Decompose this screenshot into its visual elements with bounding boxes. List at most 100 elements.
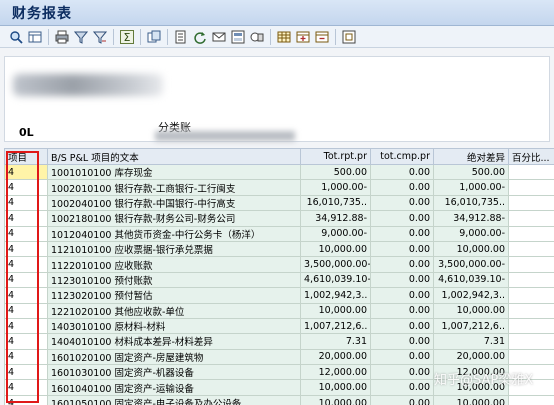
window-icon[interactable] [341,29,357,45]
cell-abs-diff[interactable]: 34,912.88- [433,210,509,227]
cell-percent[interactable] [508,271,554,289]
column-header-text[interactable]: B/S P&L 项目的文本 [47,148,301,165]
table-row[interactable]: 4 1002010100 银行存款-工商银行-工行闽支 1,000.00- 0.00 1… [4,179,554,196]
subtotal-icon[interactable] [146,29,162,45]
cell-tot-cmp[interactable]: 0.00 [370,302,434,319]
cell-abs-diff[interactable]: 20,000.00 [433,348,509,366]
collapse-icon[interactable] [314,29,330,45]
layout-icon[interactable] [27,29,43,45]
sum-icon[interactable]: Σ [119,29,135,45]
cell-percent[interactable] [508,394,554,405]
cell-percent[interactable] [508,210,554,227]
cell-text[interactable]: 1001010100 库存现金 [47,163,301,181]
cell-tot-cmp[interactable]: 0.00 [370,271,434,289]
cell-tot-rpt[interactable]: 9,000.00- [300,225,371,242]
table-row[interactable]: 4 1221020100 其他应收款-单位 10,000.00 0.00 10,000.… [4,302,554,319]
cell-tot-cmp[interactable]: 0.00 [370,240,434,258]
column-header-tot-rpt[interactable]: Tot.rpt.pr [300,148,371,165]
cell-tot-cmp[interactable]: 0.00 [370,210,434,227]
cell-tot-cmp[interactable]: 0.00 [370,225,434,242]
cell-tot-cmp[interactable]: 0.00 [370,317,434,335]
cell-abs-diff[interactable]: 1,002,942,3.. [433,287,509,304]
cell-text[interactable]: 1601050100 固定资产-电子设备及办公设备 [47,394,301,405]
cell-tot-cmp[interactable]: 0.00 [370,194,434,212]
cell-tot-rpt[interactable]: 10,000.00 [300,240,371,258]
table-row[interactable]: 4 1122010100 应收账款 3,500,000.00- 0.00 3,500,0… [4,256,554,273]
cell-tot-rpt[interactable]: 4,610,039.10- [300,271,371,289]
cell-abs-diff[interactable]: 7.31 [433,333,509,350]
cell-abs-diff[interactable]: 10,000.00 [433,240,509,258]
cell-percent[interactable] [508,317,554,335]
cell-text[interactable]: 1123020100 预付暂估 [47,287,301,304]
grid-icon[interactable] [276,29,292,45]
cell-tot-rpt[interactable]: 3,500,000.00- [300,256,371,273]
mail-icon[interactable] [211,29,227,45]
cell-text[interactable]: 1404010100 材料成本差异-材料差异 [47,333,301,350]
column-header-percent[interactable]: 百分比... [508,148,554,165]
table-row[interactable]: 4 1121010100 应收票据-银行承兑票据 10,000.00 0.00 10,0… [4,240,554,258]
cell-percent[interactable] [508,194,554,212]
cell-tot-rpt[interactable]: 16,010,735.. [300,194,371,212]
cell-percent[interactable] [508,240,554,258]
cell-percent[interactable] [508,348,554,366]
cell-tot-rpt[interactable]: 10,000.00 [300,394,371,405]
cell-text[interactable]: 1121010100 应收票据-银行承兑票据 [47,240,301,258]
cell-tot-cmp[interactable]: 0.00 [370,379,434,396]
expand-icon[interactable] [295,29,311,45]
cell-text[interactable]: 1123010100 预付账款 [47,271,301,289]
cell-tot-rpt[interactable]: 20,000.00 [300,348,371,366]
cell-text[interactable]: 1221020100 其他应收款-单位 [47,302,301,319]
zoom-icon[interactable] [8,29,24,45]
cell-tot-rpt[interactable]: 500.00 [300,163,371,181]
column-header-abs-diff[interactable]: 绝对差异 [433,148,509,165]
table-row[interactable]: 4 1601050100 固定资产-电子设备及办公设备 10,000.00 0.00 1… [4,394,554,405]
filter-icon[interactable] [73,29,89,45]
cell-text[interactable]: 1122010100 应收账款 [47,256,301,273]
cell-tot-rpt[interactable]: 34,912.88- [300,210,371,227]
column-header-tot-cmp[interactable]: tot.cmp.pr [370,148,434,165]
cell-tot-rpt[interactable]: 10,000.00 [300,302,371,319]
cell-tot-cmp[interactable]: 0.00 [370,179,434,196]
cell-tot-cmp[interactable]: 0.00 [370,256,434,273]
cell-tot-rpt[interactable]: 1,000.00- [300,179,371,196]
table-row[interactable]: 4 1123020100 预付暂估 1,002,942,3.. 0.00 1,002,9… [4,287,554,304]
cell-text[interactable]: 1002010100 银行存款-工商银行-工行闽支 [47,179,301,196]
table-row[interactable]: 4 1123010100 预付账款 4,610,039.10- 0.00 4,610,0… [4,271,554,289]
cell-percent[interactable] [508,163,554,181]
cell-text[interactable]: 1601040100 固定资产-运输设备 [47,379,301,396]
cell-tot-rpt[interactable]: 7.31 [300,333,371,350]
table-row[interactable]: 4 1002180100 银行存款-财务公司-财务公司 34,912.88- 0.00… [4,210,554,227]
export-icon[interactable] [173,29,189,45]
cell-tot-rpt[interactable]: 1,007,212,6.. [300,317,371,335]
cell-abs-diff[interactable]: 10,000.00 [433,394,509,405]
cell-tot-cmp[interactable]: 0.00 [370,333,434,350]
cell-abs-diff[interactable]: 1,007,212,6.. [433,317,509,335]
cell-abs-diff[interactable]: 10,000.00 [433,302,509,319]
table-row[interactable]: 4 1601020100 固定资产-房屋建筑物 20,000.00 0.00 20,00… [4,348,554,366]
cell-percent[interactable] [508,302,554,319]
cell-abs-diff[interactable]: 500.00 [433,163,509,181]
cell-percent[interactable] [508,256,554,273]
filter-options-icon[interactable] [92,29,108,45]
cell-abs-diff[interactable]: 3,500,000.00- [433,256,509,273]
graph-icon[interactable] [249,29,265,45]
cell-text[interactable]: 1002180100 银行存款-财务公司-财务公司 [47,210,301,227]
refresh-icon[interactable] [192,29,208,45]
cell-abs-diff[interactable]: 1,000.00- [433,179,509,196]
cell-tot-cmp[interactable]: 0.00 [370,348,434,366]
cell-tot-cmp[interactable]: 0.00 [370,287,434,304]
cell-text[interactable]: 1012040100 其他货币资金-中行公务卡（杨洋） [47,225,301,242]
cell-percent[interactable] [508,179,554,196]
select-layout-icon[interactable] [230,29,246,45]
print-icon[interactable] [54,29,70,45]
table-row[interactable]: 4 1002040100 银行存款-中国银行-中行高支 16,010,735.. 0.… [4,194,554,212]
table-row[interactable]: 4 1404010100 材料成本差异-材料差异 7.31 0.00 7.31 [4,333,554,350]
table-row[interactable]: 4 1012040100 其他货币资金-中行公务卡（杨洋） 9,000.00- 0.0… [4,225,554,242]
table-row[interactable]: 4 1403010100 原材料-材料 1,007,212,6.. 0.00 1,007… [4,317,554,335]
cell-percent[interactable] [508,225,554,242]
cell-abs-diff[interactable]: 4,610,039.10- [433,271,509,289]
cell-tot-cmp[interactable]: 0.00 [370,364,434,381]
cell-percent[interactable] [508,333,554,350]
cell-text[interactable]: 1601030100 固定资产-机器设备 [47,364,301,381]
cell-tot-cmp[interactable]: 0.00 [370,163,434,181]
